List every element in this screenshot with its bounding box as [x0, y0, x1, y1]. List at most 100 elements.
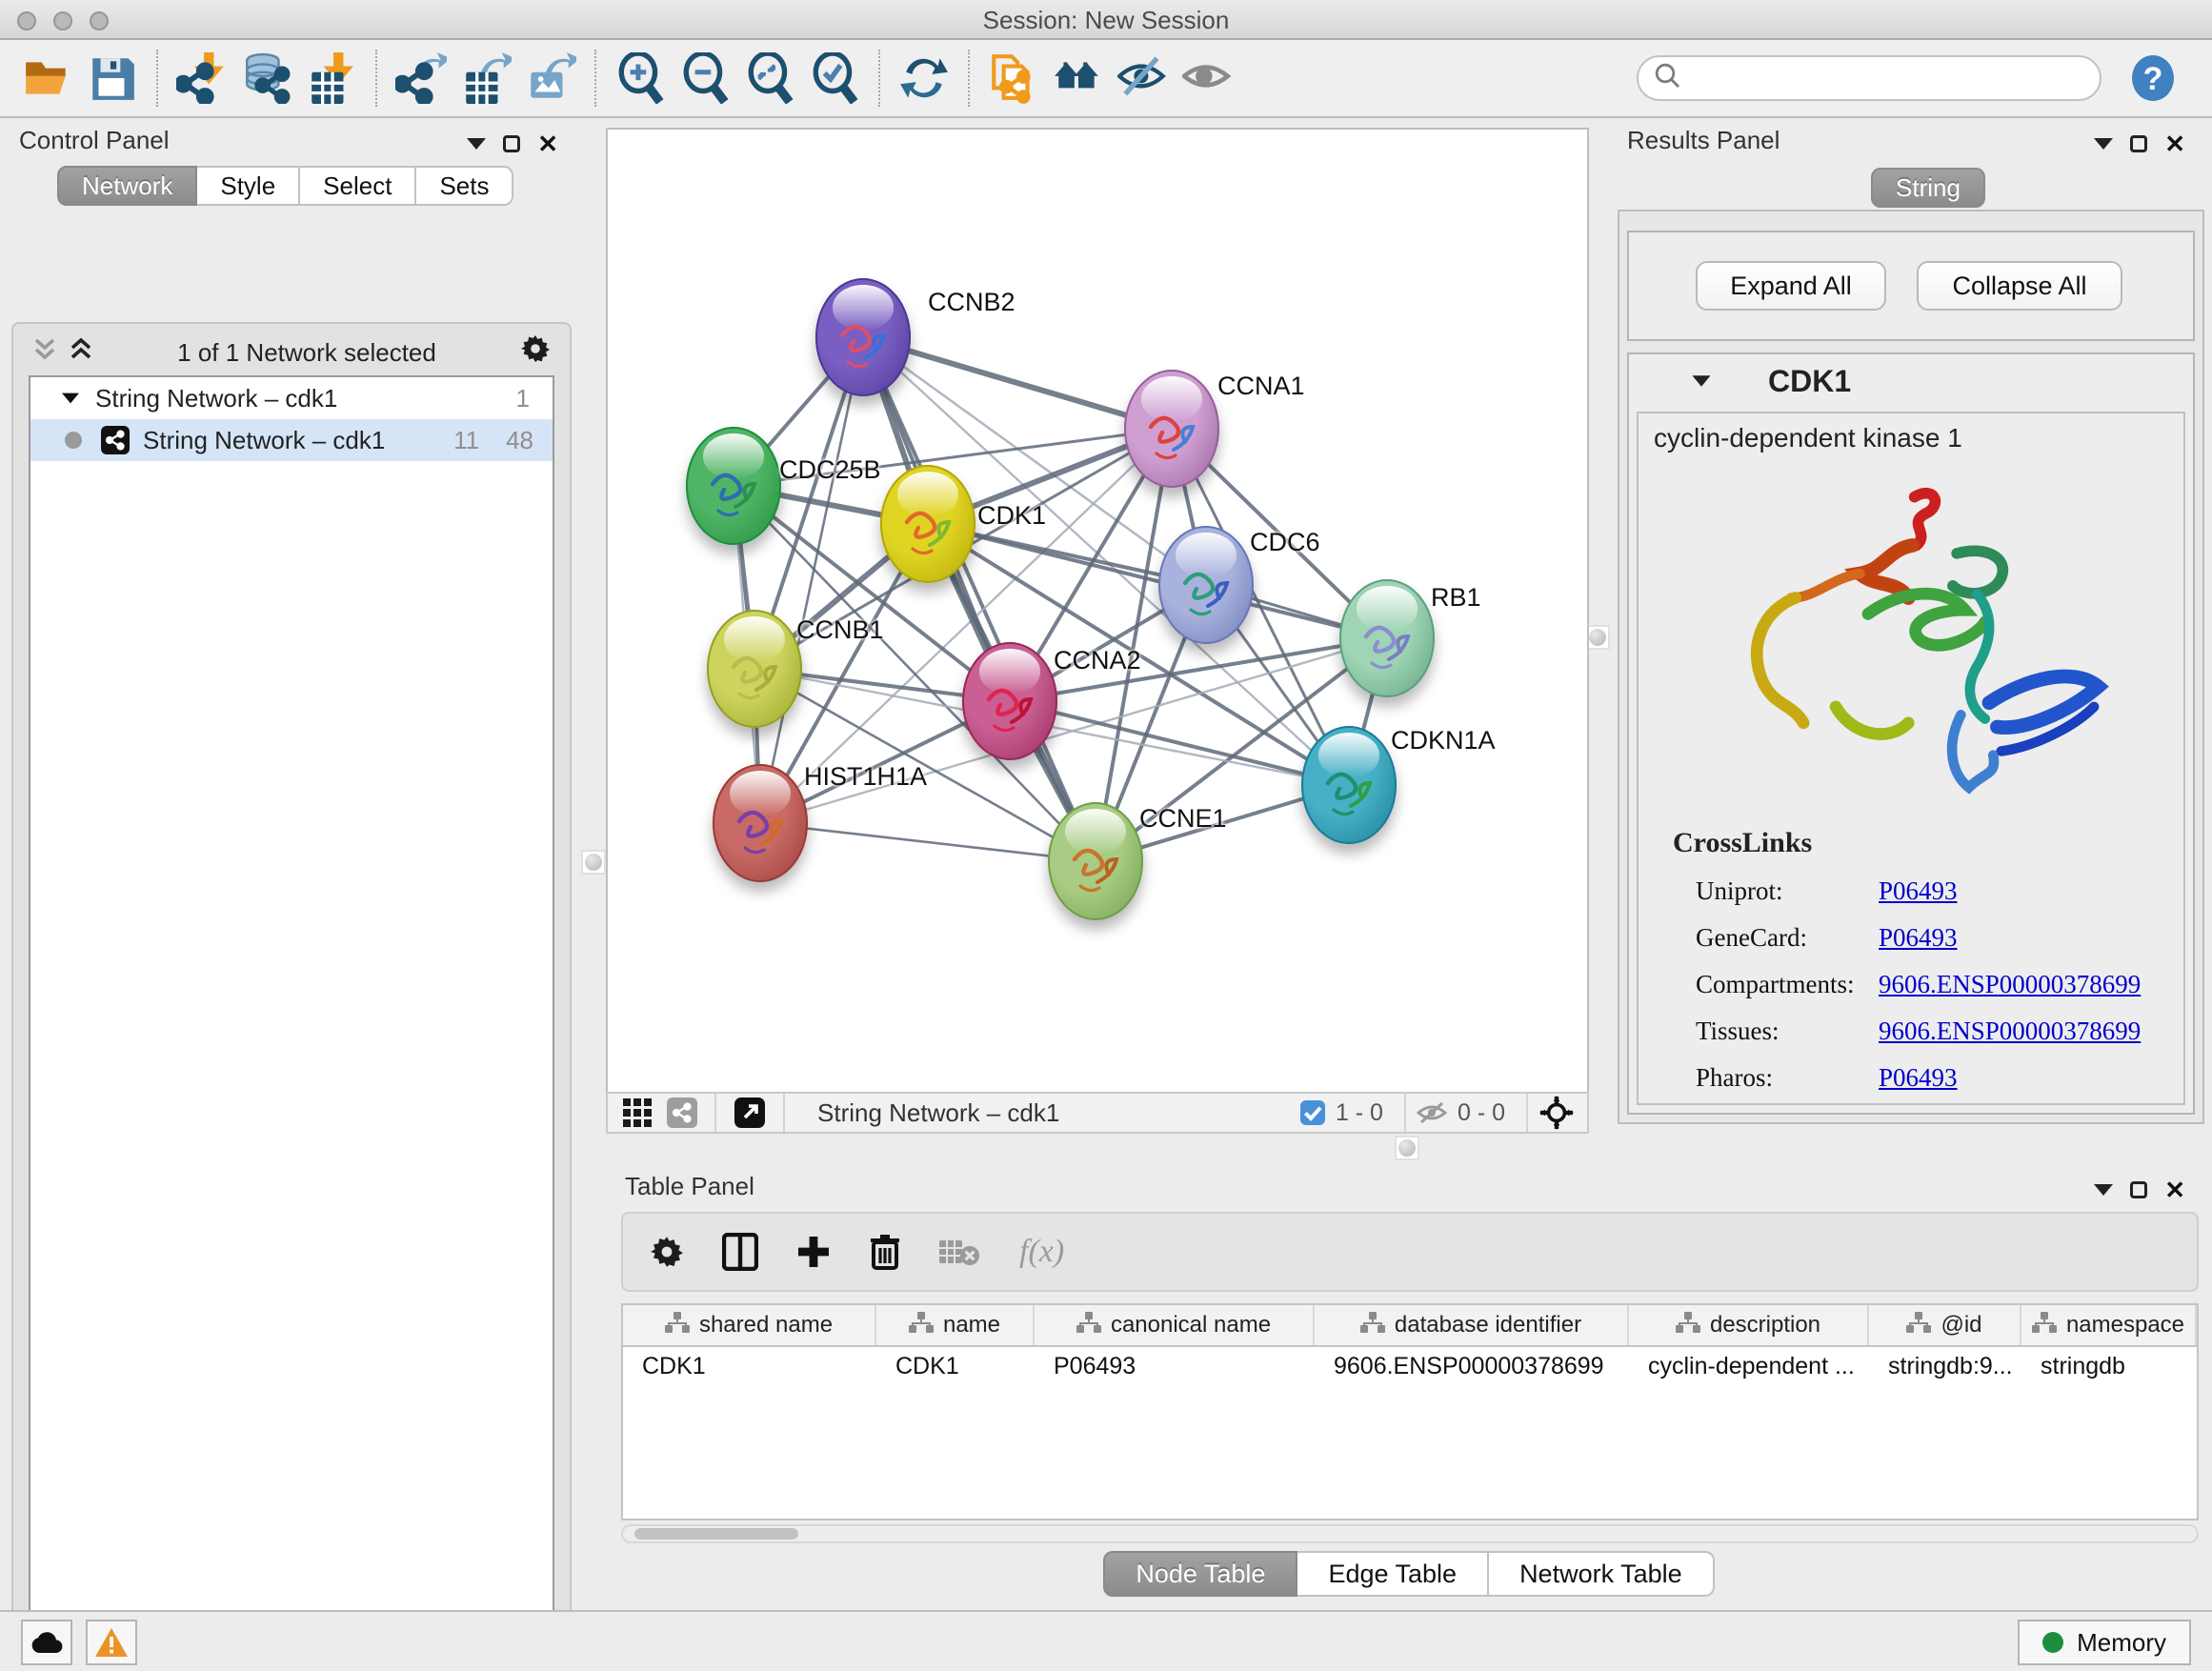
column-header-name[interactable]: name	[876, 1305, 1035, 1345]
export-image-button[interactable]	[518, 48, 583, 109]
show-all-button[interactable]	[1176, 48, 1240, 109]
network-node-CDKN1A[interactable]	[1301, 726, 1397, 844]
show-columns-icon[interactable]	[722, 1233, 758, 1271]
zoom-selected-icon	[815, 53, 855, 102]
results-panel-close-icon[interactable]: ✕	[2164, 131, 2185, 156]
network-node-CCNA2[interactable]	[962, 642, 1057, 760]
add-column-icon[interactable]	[796, 1235, 831, 1269]
zoom-fit-button[interactable]	[737, 48, 802, 109]
table-hscrollbar[interactable]	[621, 1524, 2199, 1543]
gene-header[interactable]: CDK1	[1629, 354, 2193, 408]
memory-button[interactable]: Memory	[2018, 1620, 2191, 1665]
crosslink-value-link[interactable]: P06493	[1879, 923, 1958, 953]
open-session-button[interactable]	[15, 48, 80, 109]
warnings-button[interactable]	[86, 1620, 137, 1665]
control-panel-float-icon[interactable]	[503, 135, 520, 152]
tab-edge-table[interactable]: Edge Table	[1297, 1551, 1489, 1597]
export-network-button[interactable]	[389, 48, 453, 109]
cloud-status-button[interactable]	[21, 1620, 72, 1665]
tab-string[interactable]: String	[1871, 168, 1985, 208]
table-splitter[interactable]	[606, 1134, 2212, 1162]
control-panel-menu-icon[interactable]	[467, 138, 486, 150]
apply-layout-button[interactable]	[892, 48, 956, 109]
network-node-CCNA1[interactable]	[1124, 370, 1219, 488]
node-label-CDKN1A: CDKN1A	[1391, 726, 1496, 755]
tab-network-table[interactable]: Network Table	[1489, 1551, 1715, 1597]
detach-view-icon[interactable]	[726, 1097, 774, 1129]
crosslink-value-link[interactable]: 9606.ENSP00000378699	[1879, 970, 2141, 999]
save-session-button[interactable]	[80, 48, 145, 109]
expand-all-networks-icon[interactable]	[69, 335, 93, 371]
table-panel-menu-icon[interactable]	[2094, 1184, 2113, 1196]
help-button[interactable]: ?	[2128, 53, 2178, 103]
network-node-CCNB1[interactable]	[707, 610, 802, 728]
collapse-all-button[interactable]: Collapse All	[1917, 261, 2122, 311]
table-splitter-handle[interactable]	[1395, 1136, 1419, 1160]
right-splitter[interactable]	[1589, 118, 1610, 1134]
table-panel-float-icon[interactable]	[2130, 1181, 2147, 1198]
zoom-in-button[interactable]	[608, 48, 673, 109]
network-edge-count: 48	[506, 426, 541, 455]
crosslink-value-link[interactable]: P06493	[1879, 1063, 1958, 1093]
window-title: Session: New Session	[0, 6, 2212, 35]
network-node-CCNE1[interactable]	[1048, 802, 1143, 920]
tab-select[interactable]: Select	[300, 166, 416, 206]
gene-collapse-icon[interactable]	[1693, 375, 1711, 386]
collapse-all-networks-icon[interactable]	[32, 335, 57, 371]
table-panel-close-icon[interactable]: ✕	[2164, 1178, 2185, 1202]
crosslink-value-link[interactable]: P06493	[1879, 876, 1958, 906]
first-neighbors-button[interactable]	[1046, 48, 1111, 109]
network-node-RB1[interactable]	[1339, 579, 1435, 697]
fit-content-crosshair-icon[interactable]	[1532, 1096, 1581, 1130]
export-table-button[interactable]	[453, 48, 518, 109]
clone-network-button[interactable]	[981, 48, 1046, 109]
column-header-namespace[interactable]: namespace	[2021, 1305, 2197, 1345]
table-row[interactable]: CDK1CDK1P064939606.ENSP00000378699cyclin…	[623, 1347, 2197, 1389]
import-network-file-button[interactable]	[170, 48, 234, 109]
delete-column-trash-icon[interactable]	[869, 1233, 901, 1271]
collection-expand-icon[interactable]	[62, 393, 79, 404]
crosslink-value-link[interactable]: 9606.ENSP00000378699	[1879, 1017, 2141, 1046]
network-node-CCNB2[interactable]	[815, 278, 911, 396]
search-input[interactable]	[1680, 65, 2061, 91]
network-collection-row[interactable]: String Network – cdk1 1	[30, 377, 553, 419]
zoom-out-button[interactable]	[673, 48, 737, 109]
network-row[interactable]: String Network – cdk1 11 48	[30, 419, 553, 461]
hide-selected-button[interactable]	[1111, 48, 1176, 109]
column-header-database-identifier[interactable]: database identifier	[1315, 1305, 1629, 1345]
column-header-canonical-name[interactable]: canonical name	[1035, 1305, 1315, 1345]
column-header-description[interactable]: description	[1629, 1305, 1869, 1345]
results-panel-menu-icon[interactable]	[2094, 138, 2113, 150]
network-node-CDC6[interactable]	[1158, 526, 1254, 644]
cytoscape-window: Session: New Session ? Control Panel ✕ N…	[0, 0, 2212, 1671]
column-header-@id[interactable]: @id	[1869, 1305, 2021, 1345]
zoom-selected-button[interactable]	[802, 48, 867, 109]
network-canvas[interactable]: CCNB2 CCNA1 CDC25B CDK1 CDC6 RB1	[606, 128, 1589, 1092]
tab-network[interactable]: Network	[57, 166, 197, 206]
memory-label: Memory	[2077, 1628, 2166, 1658]
network-share-icon[interactable]	[659, 1097, 705, 1128]
birds-eye-grid-icon[interactable]	[615, 1098, 659, 1127]
expand-all-button[interactable]: Expand All	[1696, 261, 1886, 311]
table-toolbar: f(x)	[621, 1212, 2199, 1292]
tab-style[interactable]: Style	[197, 166, 300, 206]
import-table-file-button[interactable]	[299, 48, 364, 109]
network-node-CDC25B[interactable]	[686, 427, 781, 545]
import-network-database-button[interactable]	[234, 48, 299, 109]
tab-sets[interactable]: Sets	[416, 166, 513, 206]
table-hscrollbar-thumb[interactable]	[634, 1528, 798, 1540]
results-panel-float-icon[interactable]	[2130, 135, 2147, 152]
network-options-gear-icon[interactable]	[520, 333, 551, 372]
left-splitter[interactable]	[581, 118, 606, 1610]
column-header-shared-name[interactable]: shared name	[623, 1305, 876, 1345]
hidden-count: 0 - 0	[1458, 1099, 1505, 1127]
table-options-gear-icon[interactable]	[650, 1235, 684, 1269]
control-panel-close-icon[interactable]: ✕	[537, 131, 558, 156]
tab-node-table[interactable]: Node Table	[1103, 1551, 1297, 1597]
node-table[interactable]: shared namenamecanonical namedatabase id…	[621, 1303, 2199, 1520]
left-splitter-handle[interactable]	[581, 850, 606, 875]
network-node-HIST1H1A[interactable]	[713, 764, 808, 882]
selected-checkbox-icon[interactable]	[1299, 1099, 1326, 1126]
search-icon	[1654, 61, 1680, 96]
network-node-CDK1[interactable]	[880, 465, 975, 583]
